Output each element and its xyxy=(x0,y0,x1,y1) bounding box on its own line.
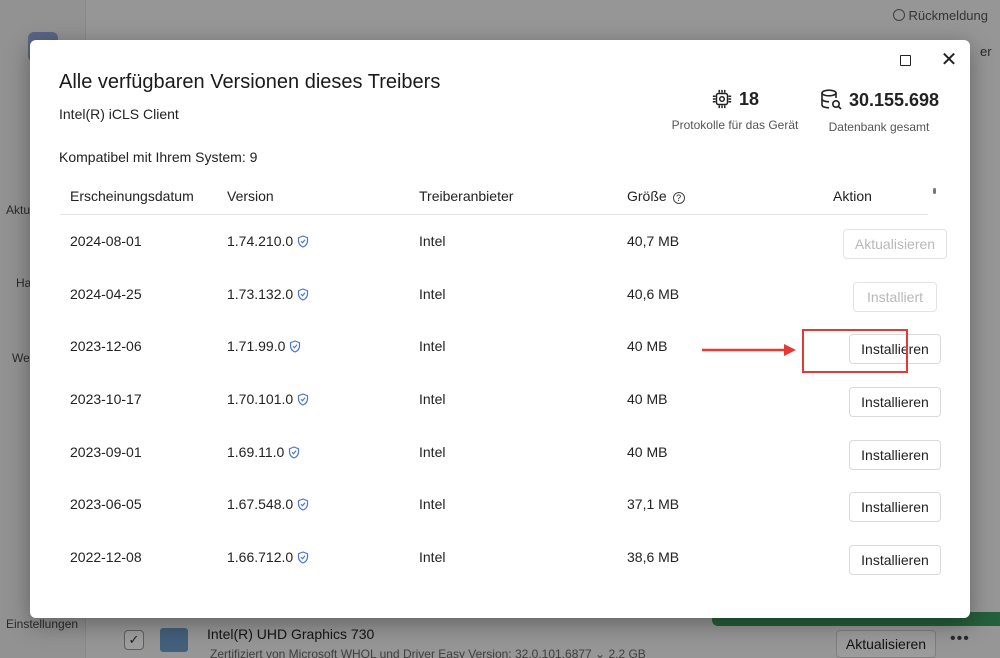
stat-protocols-label: Protokolle für das Gerät xyxy=(671,118,799,132)
row-version-label: 1.70.101.0 xyxy=(227,391,294,408)
verified-shield-icon xyxy=(297,551,309,567)
table-row: 2022-12-08 1.66.712.0 Intel 38,6 MB Installi… xyxy=(60,531,941,584)
table-row: 2023-06-05 1.67.548.0 Intel 37,1 MB Installi… xyxy=(60,478,941,531)
row-version-label: 1.67.548.0 xyxy=(227,496,294,513)
row-size: 40,6 MB xyxy=(627,285,680,302)
annotation-arrow-icon xyxy=(702,344,796,356)
size-help-icon[interactable]: ? xyxy=(672,192,685,204)
compatible-count: Kompatibel mit Ihrem System: 9 xyxy=(59,149,258,165)
row-size: 40,7 MB xyxy=(627,233,680,249)
close-icon: ✕ xyxy=(940,49,958,71)
row-action-button[interactable]: Installiert xyxy=(853,281,937,312)
stat-database-value: 30.155.698 xyxy=(848,89,940,110)
row-date: 2024-08-01 xyxy=(70,233,142,249)
stat-database: 30.155.698 Datenbank gesamt xyxy=(814,88,944,134)
row-action-button[interactable]: Installieren xyxy=(849,387,941,418)
column-header-date: Erscheinungsdatum xyxy=(70,188,194,204)
row-version: 1.74.210.0 xyxy=(227,233,309,251)
maximize-button[interactable] xyxy=(890,46,920,74)
stat-protocols-value: 18 xyxy=(738,88,760,109)
row-size: 38,6 MB xyxy=(627,549,680,566)
database-search-icon xyxy=(821,89,842,110)
row-version-label: 1.69.11.0 xyxy=(227,443,285,460)
row-date: 2023-12-06 xyxy=(70,338,142,355)
row-version: 1.69.11.0 xyxy=(227,444,300,462)
verified-shield-icon xyxy=(289,340,301,356)
column-header-size-label: Größe xyxy=(627,188,667,204)
row-action-button[interactable]: Aktualisieren xyxy=(843,229,947,259)
verified-shield-icon xyxy=(297,288,309,304)
stat-protocols: 18 Protokolle für das Gerät xyxy=(670,88,800,133)
stat-database-label: Datenbank gesamt xyxy=(828,120,930,134)
table-row: 2024-08-01 1.74.210.0 Intel 40,7 MB Aktualis… xyxy=(60,215,947,268)
scrollbar[interactable] xyxy=(933,188,936,194)
row-version-label: 1.66.712.0 xyxy=(227,549,294,566)
row-version-label: 1.73.132.0 xyxy=(227,285,294,302)
maximize-icon xyxy=(899,54,911,66)
row-date: 2022-12-08 xyxy=(70,549,142,566)
row-version: 1.67.548.0 xyxy=(227,496,309,514)
driver-name: Intel(R) iCLS Client xyxy=(59,106,179,122)
row-action-button[interactable]: Installieren xyxy=(849,439,941,470)
row-version-label: 1.71.99.0 xyxy=(227,338,286,355)
column-header-vendor: Treiberanbieter xyxy=(419,188,514,204)
verified-shield-icon xyxy=(297,235,309,251)
row-date: 2023-09-01 xyxy=(70,443,142,460)
dialog-title: Alle verfügbaren Versionen dieses Treibe… xyxy=(59,71,441,93)
driver-versions-dialog: ✕ Alle verfügbaren Versionen dieses Trei… xyxy=(30,40,970,618)
row-vendor: Intel xyxy=(419,233,446,249)
row-version: 1.70.101.0 xyxy=(227,391,309,409)
table-header: Erscheinungsdatum Version Treiberanbiete… xyxy=(60,178,928,215)
versions-table: Erscheinungsdatum Version Treiberanbiete… xyxy=(60,178,947,584)
row-date: 2023-06-05 xyxy=(70,496,142,513)
row-action-button[interactable]: Installieren xyxy=(849,492,941,523)
table-body: 2024-08-01 1.74.210.0 Intel 40,7 MB Aktualis… xyxy=(60,215,947,584)
row-vendor: Intel xyxy=(419,338,446,355)
row-date: 2023-10-17 xyxy=(70,391,142,408)
row-version-label: 1.74.210.0 xyxy=(227,233,294,249)
row-version: 1.73.132.0 xyxy=(227,286,309,304)
row-action-button[interactable]: Installieren xyxy=(849,545,941,576)
verified-shield-icon xyxy=(297,393,309,409)
verified-shield-icon xyxy=(288,446,300,462)
row-vendor: Intel xyxy=(419,549,446,566)
verified-shield-icon xyxy=(297,498,309,514)
row-version: 1.71.99.0 xyxy=(227,338,301,356)
annotation-highlight-box xyxy=(802,329,908,373)
column-header-size: Größe ? xyxy=(627,188,685,204)
row-date: 2024-04-25 xyxy=(70,285,142,302)
table-row: 2024-04-25 1.73.132.0 Intel 40,6 MB Installi… xyxy=(60,268,937,321)
row-vendor: Intel xyxy=(419,443,446,460)
row-size: 37,1 MB xyxy=(627,496,680,513)
table-row: 2023-10-17 1.70.101.0 Intel 40 MB Installier… xyxy=(60,373,941,426)
table-row: 2023-09-01 1.69.11.0 Intel 40 MB Installiere… xyxy=(60,426,941,479)
row-size: 40 MB xyxy=(627,338,668,355)
row-vendor: Intel xyxy=(419,391,446,408)
row-size: 40 MB xyxy=(627,391,668,408)
row-size: 40 MB xyxy=(627,443,668,460)
column-header-action: Aktion xyxy=(833,188,872,204)
row-vendor: Intel xyxy=(419,285,446,302)
row-version: 1.66.712.0 xyxy=(227,549,309,567)
column-header-version: Version xyxy=(227,188,274,204)
chip-icon xyxy=(712,89,732,109)
close-button[interactable]: ✕ xyxy=(934,46,964,74)
row-vendor: Intel xyxy=(419,496,446,513)
